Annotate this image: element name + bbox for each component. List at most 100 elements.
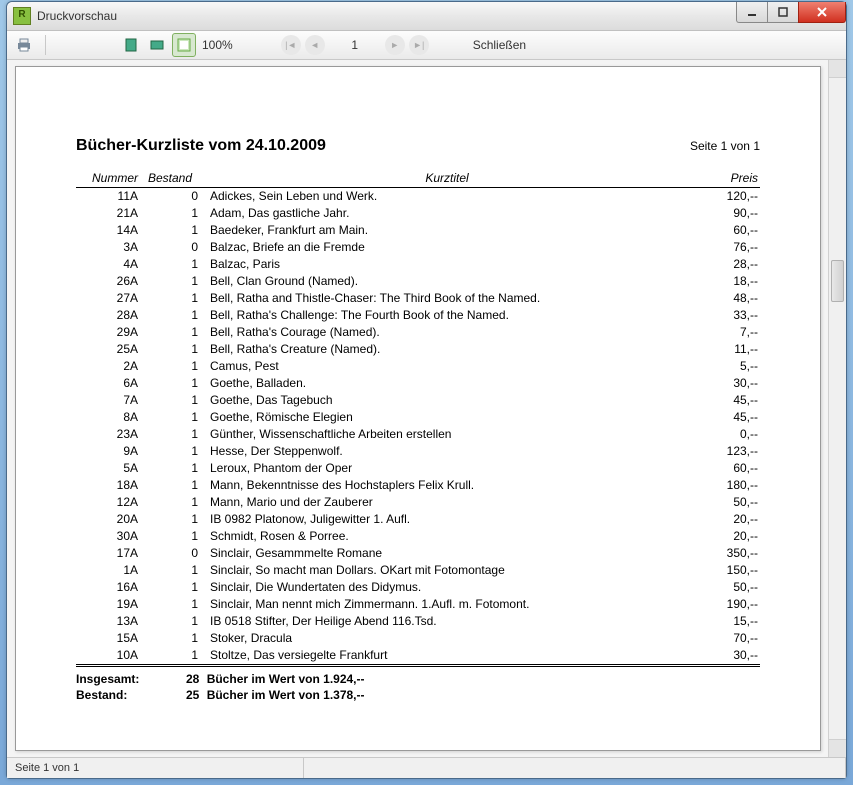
cell-nummer: 29A	[76, 324, 140, 341]
table-row: 14A1Baedeker, Frankfurt am Main.60,--	[76, 222, 760, 239]
cell-preis: 30,--	[686, 647, 760, 666]
cell-bestand: 1	[140, 341, 200, 358]
minimize-button[interactable]	[736, 2, 768, 23]
separator	[45, 35, 46, 55]
table-row: 12A1Mann, Mario und der Zauberer50,--	[76, 494, 760, 511]
cell-bestand: 1	[140, 358, 200, 375]
statusbar-page-info: Seite 1 von 1	[7, 758, 304, 778]
cell-kurztitel: Bell, Ratha's Courage (Named).	[200, 324, 686, 341]
table-row: 9A1Hesse, Der Steppenwolf.123,--	[76, 443, 760, 460]
document-page: Bücher-Kurzliste vom 24.10.2009 Seite 1 …	[15, 66, 821, 751]
cell-kurztitel: Bell, Ratha and Thistle-Chaser: The Thir…	[200, 290, 686, 307]
next-page-button[interactable]: ►	[385, 35, 405, 55]
cell-kurztitel: Baedeker, Frankfurt am Main.	[200, 222, 686, 239]
cell-nummer: 10A	[76, 647, 140, 666]
cell-bestand: 1	[140, 443, 200, 460]
col-header-bestand: Bestand	[140, 171, 200, 188]
cell-kurztitel: Leroux, Phantom der Oper	[200, 460, 686, 477]
table-row: 16A1Sinclair, Die Wundertaten des Didymu…	[76, 579, 760, 596]
cell-kurztitel: Schmidt, Rosen & Porree.	[200, 528, 686, 545]
cell-nummer: 15A	[76, 630, 140, 647]
maximize-icon	[778, 7, 788, 17]
first-page-button[interactable]: |◄	[281, 35, 301, 55]
cell-nummer: 21A	[76, 205, 140, 222]
cell-preis: 120,--	[686, 188, 760, 206]
cell-preis: 70,--	[686, 630, 760, 647]
cell-kurztitel: Camus, Pest	[200, 358, 686, 375]
cell-bestand: 1	[140, 375, 200, 392]
cell-bestand: 1	[140, 528, 200, 545]
maximize-button[interactable]	[767, 2, 799, 23]
window-title: Druckvorschau	[37, 9, 117, 23]
cell-bestand: 1	[140, 630, 200, 647]
cell-bestand: 0	[140, 239, 200, 256]
scroll-thumb[interactable]	[831, 260, 844, 302]
cell-preis: 123,--	[686, 443, 760, 460]
table-row: 29A1Bell, Ratha's Courage (Named).7,--	[76, 324, 760, 341]
table-row: 28A1Bell, Ratha's Challenge: The Fourth …	[76, 307, 760, 324]
table-row: 18A1Mann, Bekenntnisse des Hochstaplers …	[76, 477, 760, 494]
cell-preis: 7,--	[686, 324, 760, 341]
last-icon: ►|	[413, 40, 424, 50]
cell-nummer: 16A	[76, 579, 140, 596]
cell-nummer: 1A	[76, 562, 140, 579]
cell-kurztitel: Goethe, Balladen.	[200, 375, 686, 392]
vertical-scrollbar[interactable]	[828, 60, 846, 757]
total-insgesamt-count: 28	[171, 671, 203, 687]
table-row: 10A1Stoltze, Das versiegelte Frankfurt30…	[76, 647, 760, 666]
cell-preis: 28,--	[686, 256, 760, 273]
cell-preis: 20,--	[686, 511, 760, 528]
cell-nummer: 30A	[76, 528, 140, 545]
table-row: 15A1Stoker, Dracula70,--	[76, 630, 760, 647]
table-row: 6A1Goethe, Balladen.30,--	[76, 375, 760, 392]
table-row: 7A1Goethe, Das Tagebuch45,--	[76, 392, 760, 409]
cell-nummer: 13A	[76, 613, 140, 630]
cell-nummer: 7A	[76, 392, 140, 409]
print-button[interactable]	[13, 34, 35, 56]
cell-nummer: 17A	[76, 545, 140, 562]
print-preview-window: R Druckvorschau 100%	[6, 1, 847, 779]
col-header-kurztitel: Kurztitel	[200, 171, 686, 188]
cell-nummer: 12A	[76, 494, 140, 511]
cell-preis: 33,--	[686, 307, 760, 324]
cell-nummer: 26A	[76, 273, 140, 290]
table-row: 27A1Bell, Ratha and Thistle-Chaser: The …	[76, 290, 760, 307]
table-row: 11A0Adickes, Sein Leben und Werk.120,--	[76, 188, 760, 206]
cell-nummer: 8A	[76, 409, 140, 426]
view-whole-page-button[interactable]	[120, 34, 142, 56]
cell-kurztitel: Goethe, Römische Elegien	[200, 409, 686, 426]
book-list-table: Nummer Bestand Kurztitel Preis 11A0Adick…	[76, 171, 760, 669]
cell-bestand: 1	[140, 477, 200, 494]
document-page-info: Seite 1 von 1	[690, 139, 760, 153]
cell-preis: 50,--	[686, 579, 760, 596]
printer-icon	[16, 37, 32, 53]
view-100-button[interactable]	[172, 33, 196, 57]
cell-preis: 0,--	[686, 426, 760, 443]
cell-preis: 15,--	[686, 613, 760, 630]
current-page-input[interactable]: 1	[335, 38, 375, 52]
view-page-width-button[interactable]	[146, 34, 168, 56]
cell-bestand: 1	[140, 426, 200, 443]
prev-page-button[interactable]: ◄	[305, 35, 325, 55]
total-bestand-label: Bestand:	[76, 687, 168, 703]
cell-preis: 48,--	[686, 290, 760, 307]
close-button[interactable]	[798, 2, 846, 23]
table-row: 17A0Sinclair, Gesammmelte Romane350,--	[76, 545, 760, 562]
cell-preis: 90,--	[686, 205, 760, 222]
cell-kurztitel: Balzac, Paris	[200, 256, 686, 273]
table-row: 1A1Sinclair, So macht man Dollars. OKart…	[76, 562, 760, 579]
last-page-button[interactable]: ►|	[409, 35, 429, 55]
cell-kurztitel: Bell, Ratha's Creature (Named).	[200, 341, 686, 358]
cell-bestand: 1	[140, 324, 200, 341]
cell-bestand: 1	[140, 460, 200, 477]
cell-bestand: 1	[140, 511, 200, 528]
zoom-level: 100%	[202, 38, 233, 52]
cell-nummer: 14A	[76, 222, 140, 239]
cell-kurztitel: Sinclair, Die Wundertaten des Didymus.	[200, 579, 686, 596]
cell-nummer: 9A	[76, 443, 140, 460]
cell-kurztitel: Mann, Mario und der Zauberer	[200, 494, 686, 511]
table-row: 8A1Goethe, Römische Elegien45,--	[76, 409, 760, 426]
table-row: 3A0Balzac, Briefe an die Fremde76,--	[76, 239, 760, 256]
cell-bestand: 0	[140, 188, 200, 206]
close-preview-button[interactable]: Schließen	[473, 38, 526, 52]
